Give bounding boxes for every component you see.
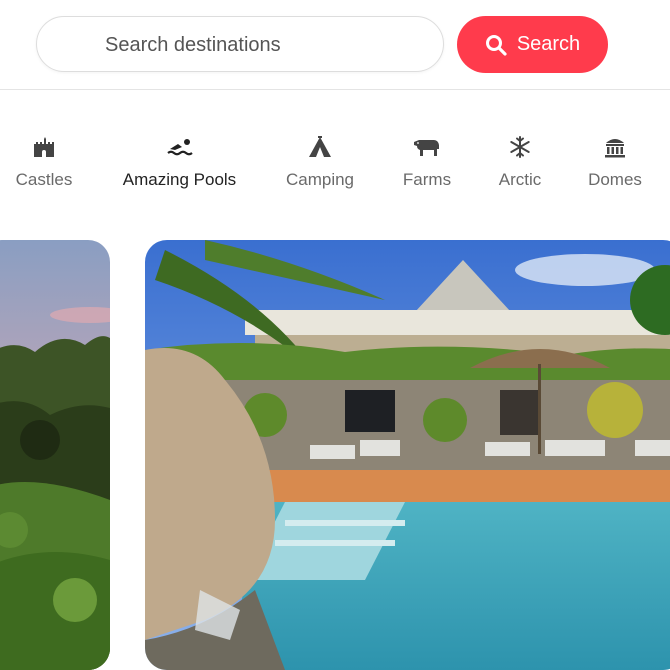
category-label: Farms	[402, 170, 452, 189]
listing-photo	[145, 240, 670, 670]
pool-icon	[165, 134, 195, 160]
category-bar: Castles Amazing Pools Camping Farms Arct…	[0, 134, 670, 204]
listing-card[interactable]	[145, 240, 670, 670]
search-input[interactable]	[103, 17, 427, 73]
category-label: Castles	[15, 170, 73, 189]
category-farms[interactable]: Farms	[400, 134, 454, 194]
search-box[interactable]	[36, 16, 444, 73]
category-label: Domes	[588, 170, 642, 189]
snowflake-icon	[505, 134, 535, 160]
listing-card[interactable]	[0, 240, 110, 670]
tent-icon	[305, 134, 335, 160]
cow-icon	[412, 134, 442, 160]
category-label: Arctic	[498, 170, 542, 189]
category-amazing-pools[interactable]: Amazing Pools	[119, 134, 240, 194]
dome-icon	[600, 134, 630, 160]
search-button[interactable]: Search	[457, 16, 608, 73]
category-castles[interactable]: Castles	[14, 134, 74, 194]
castle-icon	[29, 134, 59, 160]
top-bar: Search	[0, 0, 670, 90]
category-camping[interactable]: Camping	[284, 134, 356, 194]
search-button-label: Search	[516, 33, 581, 55]
category-label: Camping	[285, 170, 355, 189]
category-domes[interactable]: Domes	[586, 134, 644, 194]
search-icon	[485, 34, 507, 56]
category-arctic[interactable]: Arctic	[496, 134, 544, 194]
category-label: Amazing Pools	[122, 170, 237, 189]
listing-photo	[0, 240, 110, 670]
